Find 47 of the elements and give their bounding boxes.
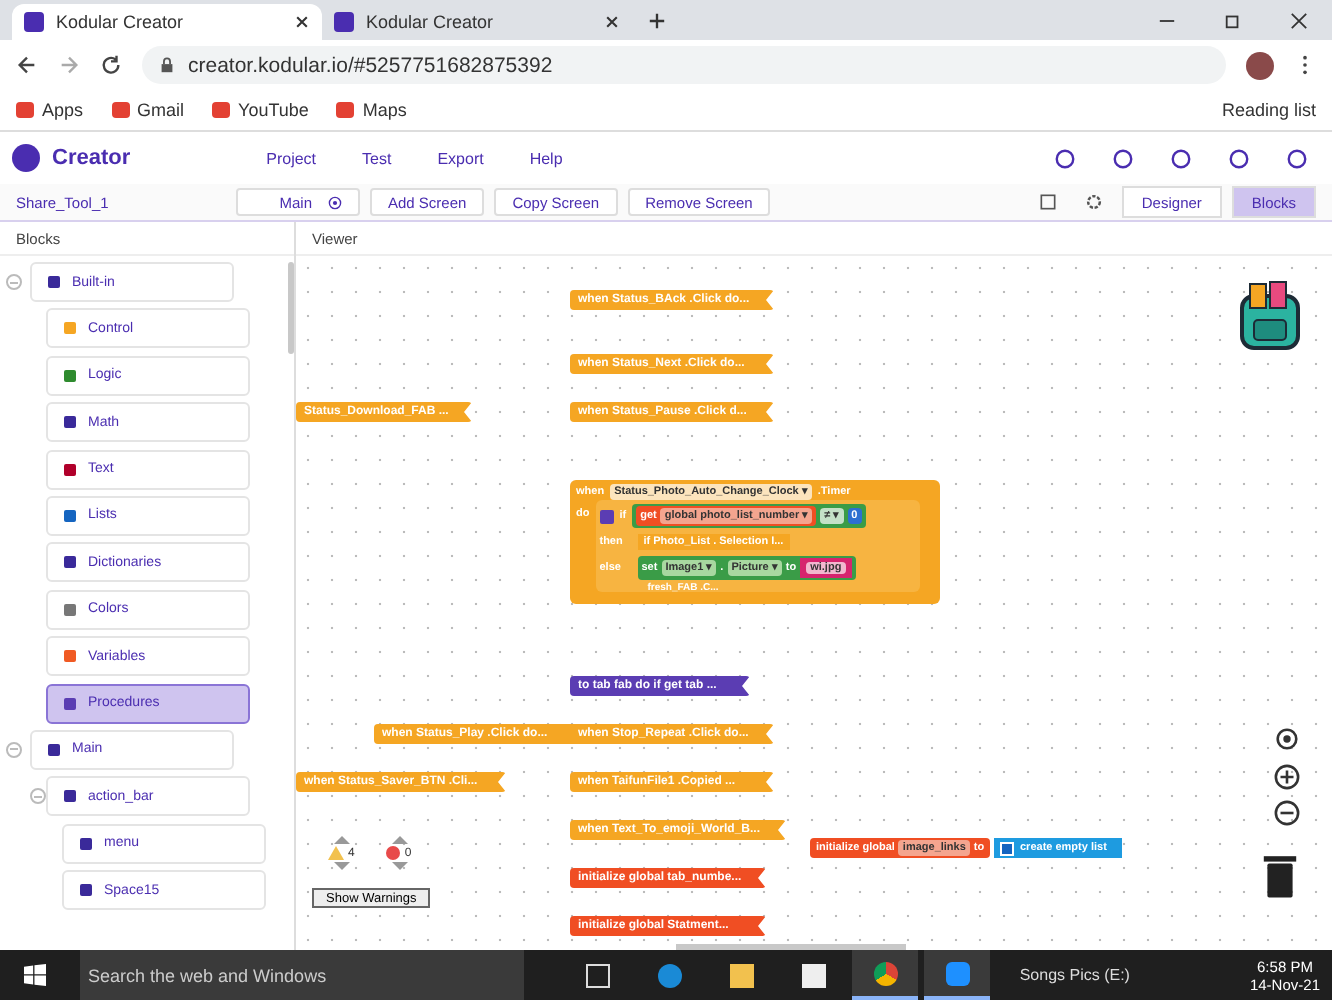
zoom-out-icon[interactable]: [1274, 800, 1300, 826]
kodular-logo-icon: [24, 12, 44, 32]
browser-tab[interactable]: Kodular Creator: [322, 4, 632, 40]
new-tab-icon[interactable]: [648, 12, 666, 30]
center-target-icon[interactable]: [1274, 726, 1300, 752]
sync-app-icon[interactable]: [924, 950, 990, 1000]
reload-icon[interactable]: [100, 54, 122, 76]
app-title: Creator: [52, 146, 131, 170]
close-icon[interactable]: [604, 14, 620, 30]
bookmark-link[interactable]: Maps: [336, 100, 407, 120]
header-icon[interactable]: [1286, 147, 1308, 169]
collapse-toggle[interactable]: [6, 741, 22, 758]
dropdown-circle-icon: [328, 196, 342, 211]
windows-logo-icon[interactable]: [24, 964, 46, 986]
close-icon[interactable]: [1290, 12, 1308, 30]
down-arrow-icon[interactable]: [391, 862, 408, 870]
header-icon[interactable]: [1054, 147, 1076, 169]
trash-icon[interactable]: [1262, 852, 1298, 900]
header-nav-link[interactable]: Project: [266, 149, 317, 167]
collapse-toggle[interactable]: [30, 788, 46, 805]
address-bar[interactable]: creator.kodular.io/#5257751682875392: [142, 46, 1226, 84]
reading-list-link[interactable]: Reading list: [1221, 100, 1316, 120]
taskbar-search-field[interactable]: Search the web and Windows: [80, 950, 524, 1000]
up-arrow-icon[interactable]: [333, 836, 350, 844]
bookmark-link[interactable]: Apps: [16, 100, 84, 120]
error-icon: [386, 846, 401, 860]
header-nav-link[interactable]: Help: [529, 149, 563, 167]
warning-icon: [328, 846, 344, 860]
restore-icon[interactable]: [1224, 12, 1242, 30]
header-icon[interactable]: [1112, 147, 1134, 169]
toolbar-label[interactable]: Songs Pics (E:): [1019, 966, 1130, 984]
close-icon[interactable]: [294, 14, 310, 30]
down-arrow-icon[interactable]: [333, 862, 350, 870]
collapse-toggle[interactable]: [6, 274, 22, 290]
header-nav-link[interactable]: Export: [437, 149, 484, 167]
kodular-logo-icon: [334, 12, 354, 32]
header-icon[interactable]: [1170, 147, 1192, 169]
profile-avatar[interactable]: [1246, 51, 1274, 79]
header-icon[interactable]: [1228, 147, 1250, 169]
header-nav-link[interactable]: Test: [362, 149, 392, 167]
bookmark-link[interactable]: Gmail: [111, 100, 185, 120]
back-icon[interactable]: [16, 54, 38, 76]
bookmark-link[interactable]: YouTube: [212, 100, 309, 120]
kodular-logo-icon: [12, 144, 40, 172]
zoom-in-icon[interactable]: [1274, 764, 1300, 790]
browser-tab[interactable]: Kodular Creator: [12, 4, 322, 40]
chrome-icon[interactable]: [852, 950, 918, 1000]
